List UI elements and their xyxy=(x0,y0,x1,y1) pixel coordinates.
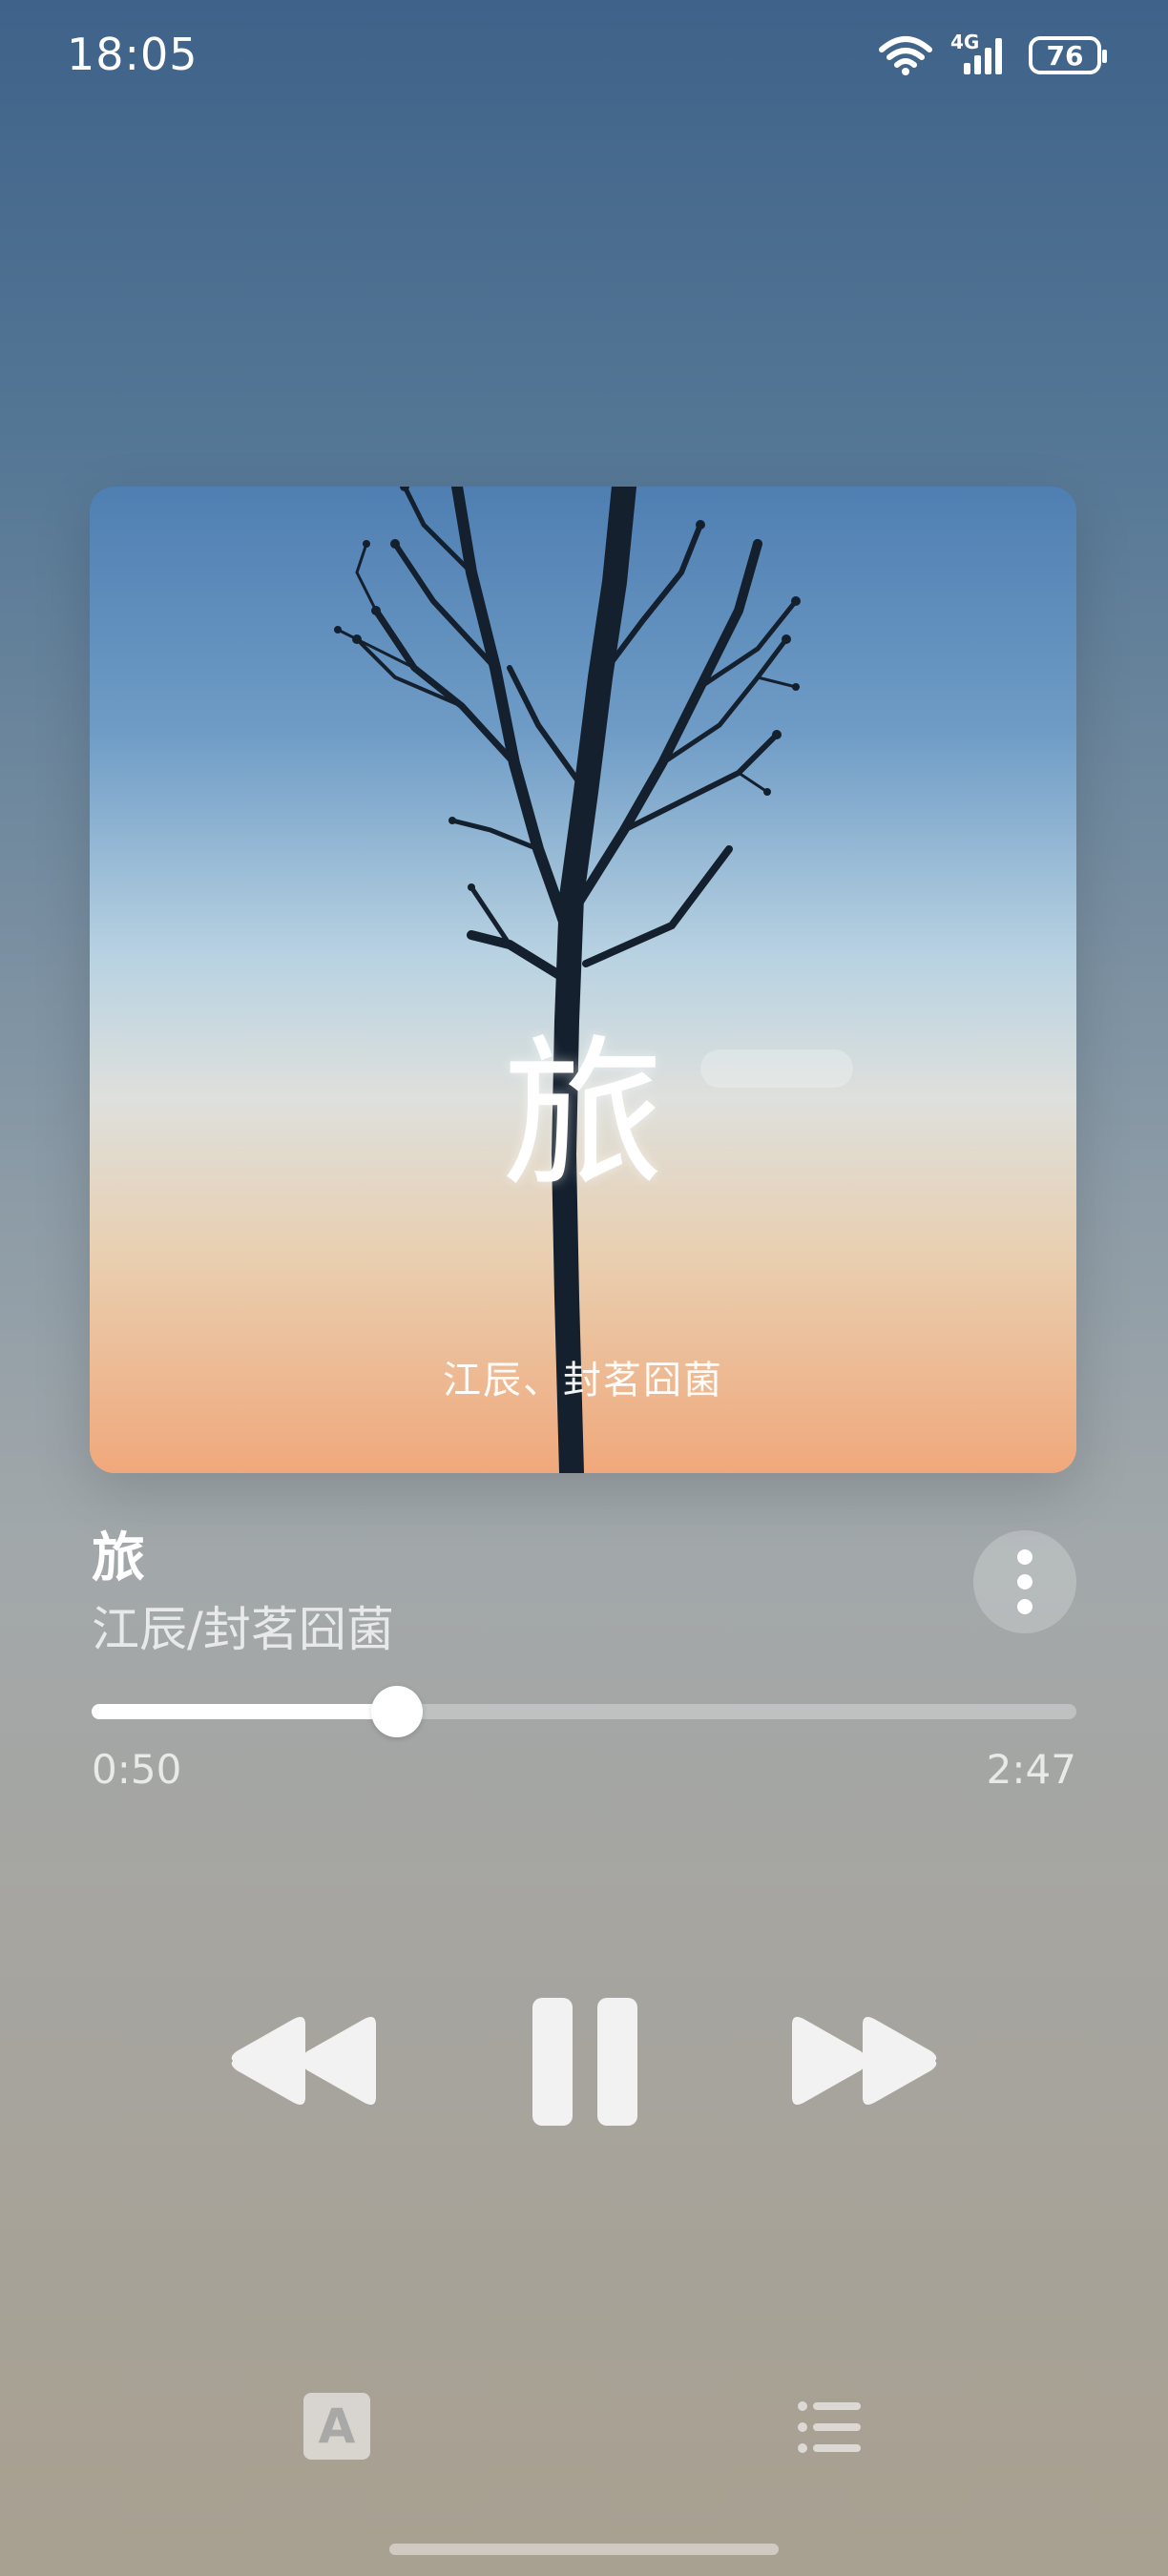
pause-button[interactable] xyxy=(532,1998,637,2126)
playlist-button[interactable] xyxy=(798,2400,861,2458)
album-cover[interactable]: 旅 江辰、封茗囧菌 xyxy=(90,487,1076,1473)
battery-level: 76 xyxy=(1046,39,1084,72)
pause-icon xyxy=(532,1998,637,2126)
wifi-icon xyxy=(879,36,932,75)
lyrics-button[interactable]: A xyxy=(303,2393,370,2460)
more-dot xyxy=(1017,1549,1032,1565)
fast-forward-icon xyxy=(792,2017,937,2105)
elapsed-time: 0:50 xyxy=(92,1746,182,1793)
rewind-icon xyxy=(231,2017,376,2105)
more-dot xyxy=(1017,1599,1032,1614)
song-artist[interactable]: 江辰/封茗囧菌 xyxy=(92,1591,394,1660)
progress-thumb[interactable] xyxy=(370,1686,423,1737)
more-dot xyxy=(1017,1574,1032,1589)
lyrics-icon: A xyxy=(318,2399,356,2454)
battery-icon: 76 xyxy=(1029,36,1107,74)
status-bar: 18:05 4G 76 xyxy=(0,0,1168,114)
playlist-icon xyxy=(798,2401,861,2453)
total-time: 2:47 xyxy=(986,1746,1076,1793)
more-options-button[interactable] xyxy=(973,1530,1076,1633)
next-track-button[interactable] xyxy=(786,2015,939,2107)
song-title: 旅 xyxy=(92,1527,145,1589)
home-indicator[interactable] xyxy=(389,2544,779,2555)
cover-artists: 江辰、封茗囧菌 xyxy=(443,1359,723,1402)
progress-fill xyxy=(92,1704,397,1719)
progress-slider[interactable] xyxy=(92,1686,1076,1737)
cellular-signal-icon: 4G xyxy=(950,31,1012,76)
previous-track-button[interactable] xyxy=(229,2015,382,2107)
tree-silhouette-image xyxy=(334,487,853,1473)
cover-title: 旅 xyxy=(501,1021,664,1210)
status-icons: 4G 76 xyxy=(878,31,1107,76)
status-time: 18:05 xyxy=(67,29,198,80)
